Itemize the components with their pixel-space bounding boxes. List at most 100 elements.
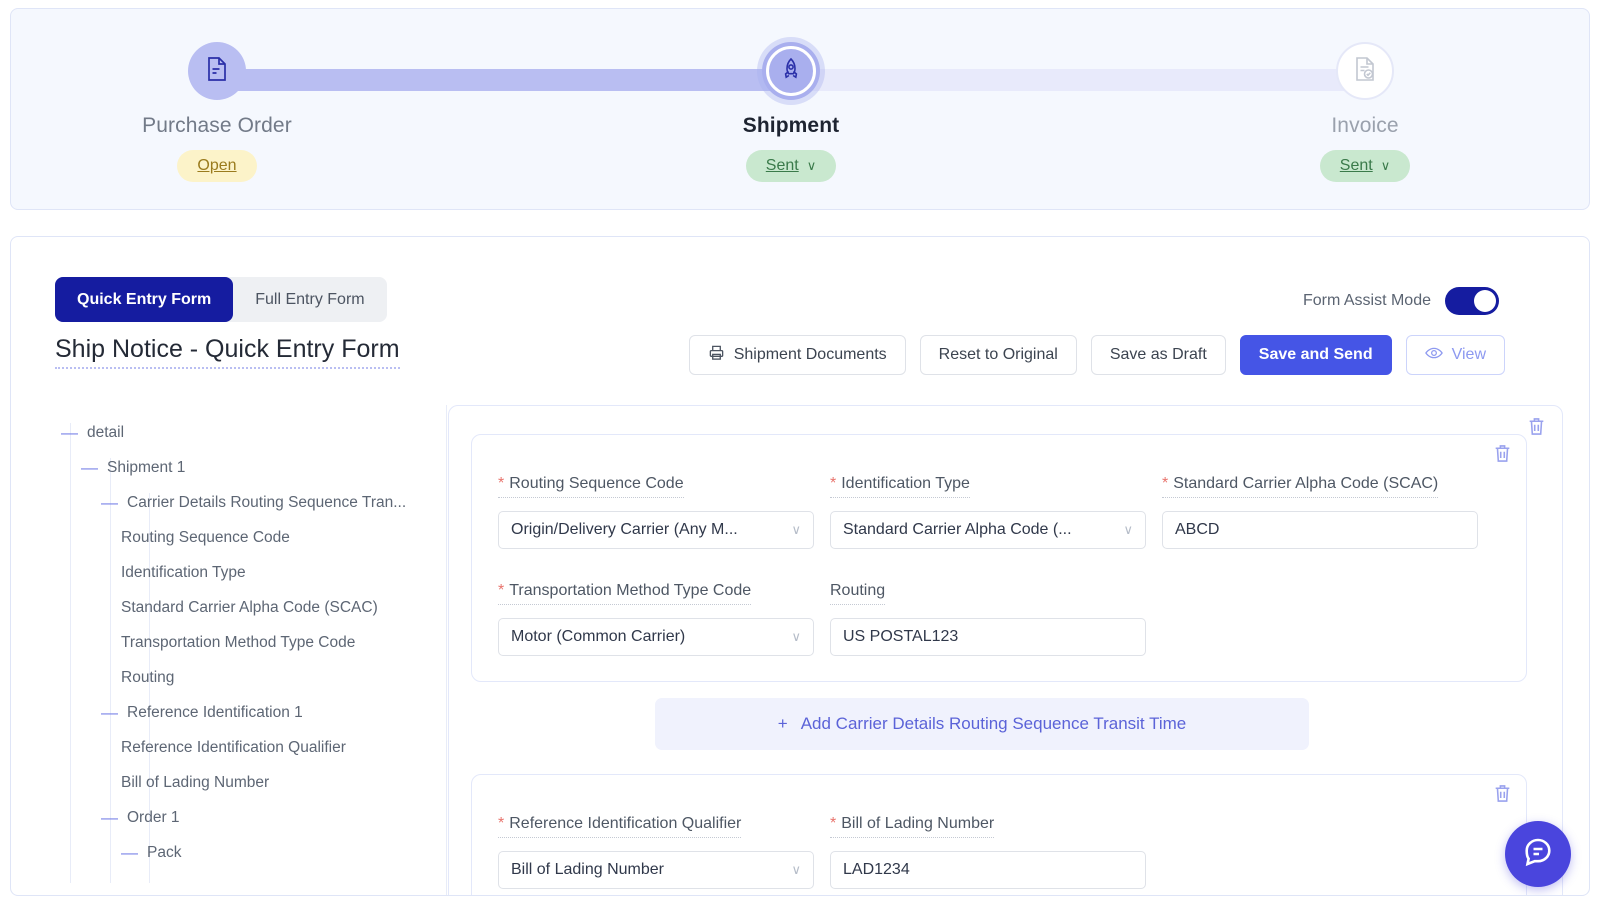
save-as-draft-button[interactable]: Save as Draft (1090, 335, 1226, 375)
chevron-down-icon[interactable]: ∨ (1381, 158, 1391, 174)
status-badge-text: Sent (765, 157, 799, 174)
shipment-documents-button[interactable]: Shipment Documents (688, 335, 906, 375)
step-label-shipment: Shipment (742, 114, 840, 137)
routing-input[interactable]: US POSTAL123 (830, 618, 1146, 656)
field-label: * Identification Type (830, 475, 970, 498)
tree-item-order-1[interactable]: — Order 1 (11, 800, 446, 835)
collapse-minus-icon[interactable]: — (101, 809, 118, 826)
invoice-check-icon (1353, 56, 1377, 87)
select-value: Standard Carrier Alpha Code (... (843, 521, 1072, 538)
stepper-step-purchase-order[interactable]: Purchase Order Open (87, 9, 347, 182)
step-node-shipment[interactable] (762, 42, 820, 100)
tree-item-reference-identification-1[interactable]: — Reference Identification 1 (11, 695, 446, 730)
field-scac: * Standard Carrier Alpha Code (SCAC) ABCD (1162, 475, 1478, 549)
plus-icon: + (777, 714, 788, 733)
select-value: Origin/Delivery Carrier (Any M... (511, 521, 738, 538)
tree-item-label: Reference Identification Qualifier (121, 738, 346, 756)
reset-to-original-button[interactable]: Reset to Original (919, 335, 1077, 375)
tree-item-scac[interactable]: Standard Carrier Alpha Code (SCAC) (11, 590, 446, 625)
tree-item-label: Routing Sequence Code (121, 528, 290, 546)
scac-input[interactable]: ABCD (1162, 511, 1478, 549)
field-label: * Bill of Lading Number (830, 815, 995, 838)
tree-item-label: Carrier Details Routing Sequence Tran... (127, 493, 407, 511)
stepper-step-invoice[interactable]: Invoice Sent ∨ (1235, 9, 1495, 182)
status-badge-shipment[interactable]: Sent ∨ (745, 150, 837, 182)
collapse-minus-icon[interactable]: — (61, 424, 78, 441)
page-title: Ship Notice - Quick Entry Form (55, 335, 400, 369)
bill-of-lading-number-input[interactable]: LAD1234 (830, 851, 1146, 889)
chevron-down-icon[interactable]: ∨ (807, 158, 817, 174)
chevron-down-icon: ∨ (791, 629, 801, 644)
tree-item-pack[interactable]: — Pack (11, 835, 446, 870)
tree-item-label: Standard Carrier Alpha Code (SCAC) (121, 598, 378, 616)
document-icon (205, 56, 229, 87)
tree-item-shipment-1[interactable]: — Shipment 1 (11, 450, 446, 485)
step-node-purchase-order[interactable] (188, 42, 246, 100)
tree-item-label: Order 1 (127, 808, 180, 826)
input-value: ABCD (1175, 521, 1220, 538)
required-marker: * (830, 815, 837, 832)
tree-item-reference-identification-qualifier[interactable]: Reference Identification Qualifier (11, 730, 446, 765)
tree-item-bill-of-lading-number[interactable]: Bill of Lading Number (11, 765, 446, 800)
select-value: Motor (Common Carrier) (511, 628, 686, 645)
delete-item-icon[interactable] (1493, 783, 1512, 809)
collapse-minus-icon[interactable]: — (101, 704, 118, 721)
collapse-minus-icon[interactable]: — (101, 494, 118, 511)
delete-item-icon[interactable] (1493, 443, 1512, 469)
status-badge-purchase-order[interactable]: Open (177, 150, 257, 182)
tree-item-label: Identification Type (121, 563, 246, 581)
input-value: US POSTAL123 (843, 628, 959, 645)
required-marker: * (498, 582, 505, 599)
tree-item-label: Pack (147, 843, 182, 861)
routing-sequence-code-select[interactable]: Origin/Delivery Carrier (Any M... ∨ (498, 511, 814, 549)
status-badge-text: Open (197, 157, 237, 174)
select-value: Bill of Lading Number (511, 861, 664, 878)
add-button-label: Add Carrier Details Routing Sequence Tra… (800, 714, 1187, 733)
save-and-send-button[interactable]: Save and Send (1239, 335, 1392, 375)
collapse-minus-icon[interactable]: — (81, 459, 98, 476)
stepper-step-shipment[interactable]: Shipment Sent ∨ (661, 9, 921, 182)
workflow-stepper-card: Purchase Order Open Shipment Sent ∨ Invo… (10, 8, 1590, 210)
tree-item-carrier-details[interactable]: — Carrier Details Routing Sequence Tran.… (11, 485, 446, 520)
tree-item-label: Routing (121, 668, 175, 686)
status-badge-invoice[interactable]: Sent ∨ (1319, 150, 1411, 182)
step-label-purchase-order: Purchase Order (142, 114, 292, 137)
transportation-method-type-code-select[interactable]: Motor (Common Carrier) ∨ (498, 618, 814, 656)
identification-type-select[interactable]: Standard Carrier Alpha Code (... ∨ (830, 511, 1146, 549)
delete-group-icon[interactable] (1527, 416, 1546, 442)
tree-item-identification-type[interactable]: Identification Type (11, 555, 446, 590)
tree-item-routing-sequence-code[interactable]: Routing Sequence Code (11, 520, 446, 555)
field-label: * Reference Identification Qualifier (498, 815, 742, 838)
form-fields-panel: * Routing Sequence Code Origin/Delivery C… (448, 405, 1589, 895)
button-label: Shipment Documents (733, 346, 887, 363)
collapse-minus-icon[interactable]: — (121, 844, 138, 861)
tree-item-label: Shipment 1 (107, 458, 186, 476)
form-assist-mode-control: Form Assist Mode (1303, 287, 1499, 315)
tree-item-label: Reference Identification 1 (127, 703, 303, 721)
chevron-down-icon: ∨ (1123, 522, 1133, 537)
tree-item-detail[interactable]: — detail (11, 415, 446, 450)
add-carrier-details-button[interactable]: + Add Carrier Details Routing Sequence T… (655, 698, 1309, 750)
view-button[interactable]: View (1405, 335, 1505, 375)
field-label: * Routing Sequence Code (498, 475, 684, 498)
form-assist-mode-toggle[interactable] (1445, 287, 1499, 315)
entry-form-tabs: Quick Entry Form Full Entry Form (55, 277, 387, 322)
tree-item-routing[interactable]: Routing (11, 660, 446, 695)
button-label: View (1451, 346, 1486, 363)
reference-identification-qualifier-select[interactable]: Bill of Lading Number ∨ (498, 851, 814, 889)
chevron-down-icon: ∨ (791, 862, 801, 877)
tab-quick-entry-form[interactable]: Quick Entry Form (55, 277, 234, 322)
printer-icon (708, 344, 725, 366)
tab-full-entry-form[interactable]: Full Entry Form (233, 277, 386, 322)
field-transportation-method-type-code: * Transportation Method Type Code Motor (… (498, 582, 814, 656)
chevron-down-icon: ∨ (791, 522, 801, 537)
step-node-invoice[interactable] (1336, 42, 1394, 100)
required-marker: * (1162, 475, 1169, 492)
carrier-details-group-card: * Routing Sequence Code Origin/Delivery C… (448, 405, 1563, 895)
tree-item-label: Bill of Lading Number (121, 773, 270, 791)
form-main-card: Quick Entry Form Full Entry Form Ship No… (10, 236, 1590, 896)
field-reference-identification-qualifier: * Reference Identification Qualifier Bill… (498, 815, 814, 889)
tree-item-transportation-method-type-code[interactable]: Transportation Method Type Code (11, 625, 446, 660)
status-badge-text: Sent (1339, 157, 1373, 174)
chat-support-button[interactable] (1505, 821, 1571, 887)
